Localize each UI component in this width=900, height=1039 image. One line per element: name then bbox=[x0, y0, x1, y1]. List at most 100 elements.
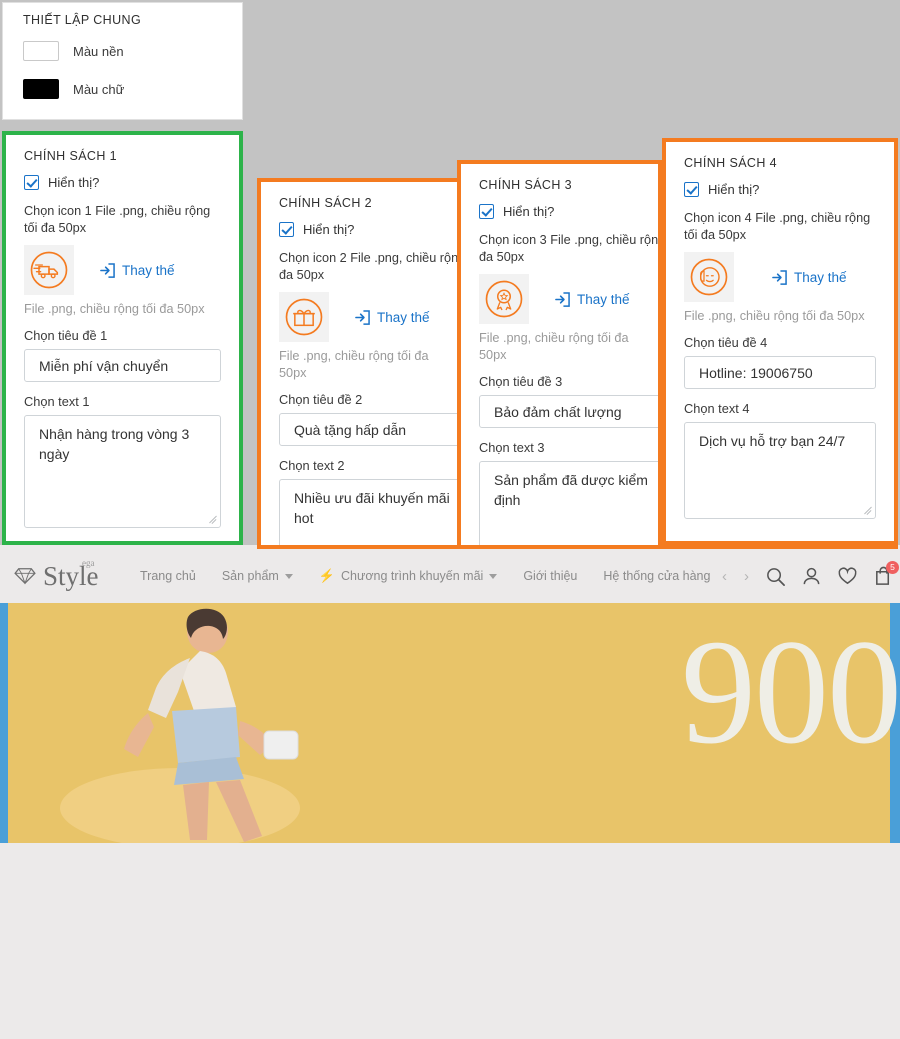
policy-2-text-label: Chọn text 2 bbox=[279, 458, 345, 473]
policy-3-title-input[interactable] bbox=[479, 395, 658, 428]
nav-item-gioi-thieu[interactable]: Giới thiệu bbox=[523, 569, 577, 583]
checkbox-checked-icon[interactable] bbox=[479, 204, 494, 219]
headset-support-icon bbox=[690, 258, 728, 296]
logo-text: Style ega bbox=[43, 557, 99, 591]
policy-2-visible-label: Hiển thị? bbox=[303, 222, 355, 237]
policy-1-text-textarea[interactable] bbox=[24, 415, 221, 528]
policy-3-visible-checkbox[interactable]: Hiển thị? bbox=[479, 204, 640, 219]
policy-3-replace-label: Thay thế bbox=[577, 291, 630, 307]
background-color-row[interactable]: Màu nền bbox=[23, 41, 124, 61]
policy-1-icon-preview bbox=[24, 245, 74, 295]
policy-3-icon-preview bbox=[479, 274, 529, 324]
cart-count-badge: 5 bbox=[886, 560, 899, 574]
policy-panel-2: CHÍNH SÁCH 2 Hiển thị? Chọn icon 2 File … bbox=[257, 178, 462, 545]
checkbox-checked-icon[interactable] bbox=[24, 175, 39, 190]
replace-import-icon bbox=[100, 262, 115, 278]
nav-item-he-thong-cua-hang[interactable]: Hệ thống cửa hàng bbox=[603, 569, 710, 583]
policy-3-replace-button[interactable]: Thay thế bbox=[555, 292, 630, 307]
policy-2-replace-label: Thay thế bbox=[377, 309, 430, 325]
nav-label: Chương trình khuyến mãi bbox=[341, 569, 484, 583]
policy-4-title-label: Chọn tiêu đề 4 bbox=[684, 335, 768, 350]
policy-3-text-textarea[interactable] bbox=[479, 461, 658, 545]
user-account-icon[interactable] bbox=[801, 566, 822, 587]
wishlist-heart-icon[interactable] bbox=[837, 566, 858, 587]
gift-icon bbox=[285, 298, 323, 336]
checkbox-checked-icon[interactable] bbox=[279, 222, 294, 237]
nav-next-arrow[interactable]: › bbox=[743, 568, 750, 585]
policy-4-file-hint: File .png, chiều rộng tối đa 50px bbox=[684, 309, 865, 323]
nav-item-khuyen-mai[interactable]: ⚡ Chương trình khuyến mãi bbox=[319, 568, 498, 584]
nav-label: Hệ thống cửa hàng bbox=[603, 569, 711, 583]
policy-2-icon-hint: Chọn icon 2 File .png, chiều rộng tối đa… bbox=[279, 251, 462, 282]
policy-4-replace-button[interactable]: Thay thế bbox=[772, 270, 847, 285]
policy-panel-3: CHÍNH SÁCH 3 Hiển thị? Chọn icon 3 File … bbox=[457, 160, 662, 545]
site-logo[interactable]: Style ega bbox=[0, 557, 118, 591]
cart-icon[interactable]: 5 bbox=[873, 560, 899, 587]
checkbox-checked-icon[interactable] bbox=[684, 182, 699, 197]
site-header: Style ega Trang chủ Sản phẩm ⚡ Chương tr… bbox=[0, 553, 900, 599]
policy-1-icon-hint: Chọn icon 1 File .png, chiều rộng tối đa… bbox=[24, 204, 211, 235]
search-icon[interactable] bbox=[765, 566, 786, 587]
policy-1-visible-label: Hiển thị? bbox=[48, 175, 100, 190]
policy-3-visible-label: Hiển thị? bbox=[503, 204, 555, 219]
nav-prev-arrow[interactable]: ‹ bbox=[721, 568, 728, 585]
text-color-label: Màu chữ bbox=[73, 81, 125, 97]
policy-1-visible-checkbox[interactable]: Hiển thị? bbox=[24, 175, 221, 190]
policy-2-title-input[interactable] bbox=[279, 413, 458, 446]
hero-banner[interactable]: 900 bbox=[0, 603, 900, 843]
policy-1-heading: CHÍNH SÁCH 1 bbox=[24, 149, 118, 163]
nav-label: Trang chủ bbox=[140, 569, 196, 583]
policy-4-icon-preview bbox=[684, 252, 734, 302]
general-settings-panel: THIẾT LẬP CHUNG Màu nền Màu chữ bbox=[2, 2, 243, 120]
chevron-down-icon bbox=[489, 573, 498, 579]
policy-4-title-input[interactable] bbox=[684, 356, 876, 389]
policy-4-text-label: Chọn text 4 bbox=[684, 401, 750, 416]
policy-4-replace-label: Thay thế bbox=[794, 269, 847, 285]
policy-2-icon-preview bbox=[279, 292, 329, 342]
policy-4-visible-checkbox[interactable]: Hiển thị? bbox=[684, 182, 876, 197]
medal-icon bbox=[485, 280, 523, 318]
policy-1-file-hint: File .png, chiều rộng tối đa 50px bbox=[24, 302, 205, 316]
policy-1-title-label: Chọn tiêu đề 1 bbox=[24, 328, 108, 343]
site-nav: Trang chủ Sản phẩm ⚡ Chương trình khuyến… bbox=[140, 568, 710, 584]
header-actions: ‹ › 5 bbox=[721, 560, 900, 587]
policy-2-visible-checkbox[interactable]: Hiển thị? bbox=[279, 222, 440, 237]
policy-2-heading: CHÍNH SÁCH 2 bbox=[279, 196, 373, 210]
replace-import-icon bbox=[555, 291, 570, 307]
background-color-swatch[interactable] bbox=[23, 41, 59, 61]
chevron-down-icon bbox=[284, 573, 293, 579]
policy-1-text-label: Chọn text 1 bbox=[24, 394, 90, 409]
replace-import-icon bbox=[772, 269, 787, 285]
policy-4-heading: CHÍNH SÁCH 4 bbox=[684, 156, 778, 170]
general-settings-title: THIẾT LẬP CHUNG bbox=[23, 13, 142, 27]
policy-1-replace-button[interactable]: Thay thế bbox=[100, 263, 175, 278]
policy-2-text-textarea[interactable] bbox=[279, 479, 458, 545]
policy-2-title-label: Chọn tiêu đề 2 bbox=[279, 392, 363, 407]
policy-3-text-label: Chọn text 3 bbox=[479, 440, 545, 455]
policy-4-visible-label: Hiển thị? bbox=[708, 182, 760, 197]
policy-2-file-hint: File .png, chiều rộng tối đa 50px bbox=[279, 349, 429, 380]
nav-label: Sản phẩm bbox=[221, 569, 279, 583]
background-color-label: Màu nền bbox=[73, 43, 124, 59]
diamond-icon bbox=[14, 568, 36, 585]
banner-amount: 900 bbox=[681, 609, 900, 775]
policy-4-icon-hint: Chọn icon 4 File .png, chiều rộng tối đa… bbox=[684, 211, 871, 242]
policy-4-text-textarea[interactable] bbox=[684, 422, 876, 519]
text-color-row[interactable]: Màu chữ bbox=[23, 79, 124, 99]
text-color-swatch[interactable] bbox=[23, 79, 59, 99]
policy-3-file-hint: File .png, chiều rộng tối đa 50px bbox=[479, 331, 629, 362]
policy-3-icon-hint: Chọn icon 3 File .png, chiều rộng tối đa… bbox=[479, 233, 662, 264]
policy-1-replace-label: Thay thế bbox=[122, 262, 175, 278]
nav-label: Giới thiệu bbox=[523, 569, 578, 583]
logo-superscript: ega bbox=[82, 557, 95, 568]
policy-1-title-input[interactable] bbox=[24, 349, 221, 382]
replace-import-icon bbox=[355, 309, 370, 325]
nav-item-trang-chu[interactable]: Trang chủ bbox=[140, 569, 196, 583]
policy-3-title-label: Chọn tiêu đề 3 bbox=[479, 374, 563, 389]
policy-3-heading: CHÍNH SÁCH 3 bbox=[479, 178, 573, 192]
bolt-icon: ⚡ bbox=[318, 568, 335, 583]
truck-icon bbox=[30, 251, 68, 289]
policy-panel-4: CHÍNH SÁCH 4 Hiển thị? Chọn icon 4 File … bbox=[662, 138, 898, 545]
policy-2-replace-button[interactable]: Thay thế bbox=[355, 310, 430, 325]
nav-item-san-pham[interactable]: Sản phẩm bbox=[222, 569, 293, 583]
